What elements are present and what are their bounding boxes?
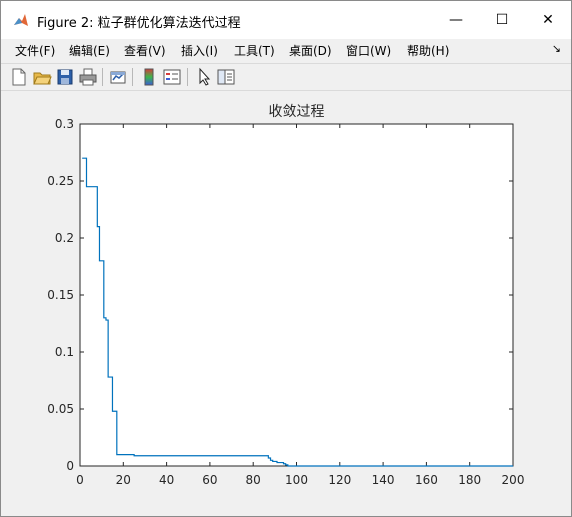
x-tick-label: 100 <box>285 473 308 487</box>
menu-file[interactable]: 文件(F) <box>15 42 55 59</box>
figure-axes[interactable]: 收敛过程 0 20 40 60 80 100 120 140 160 180 200 0 0.05 0.1… <box>1 91 571 516</box>
menu-insert[interactable]: 插入(I) <box>181 42 218 59</box>
menu-view[interactable]: 查看(V) <box>124 42 166 59</box>
open-file-icon[interactable] <box>32 67 52 87</box>
x-tick-label: 140 <box>372 473 395 487</box>
print-icon[interactable] <box>78 67 98 87</box>
menu-edit[interactable]: 编辑(E) <box>69 42 110 59</box>
menu-bar: 文件(F) 编辑(E) 查看(V) 插入(I) 工具(T) 桌面(D) 窗口(W… <box>1 39 571 61</box>
menu-window[interactable]: 窗口(W) <box>346 42 391 59</box>
chart-title: 收敛过程 <box>269 104 325 120</box>
x-tick-label: 180 <box>458 473 481 487</box>
plot-area[interactable] <box>79 123 514 467</box>
title-bar[interactable]: Figure 2: 粒子群优化算法迭代过程 — ☐ ✕ <box>1 1 571 39</box>
toolbar-separator <box>132 68 133 86</box>
x-tick-label: 20 <box>116 473 131 487</box>
matlab-logo-icon <box>14 14 28 26</box>
x-tick-label: 40 <box>159 473 174 487</box>
save-icon[interactable] <box>55 67 75 87</box>
x-tick-label: 60 <box>202 473 217 487</box>
close-icon: ✕ <box>542 12 554 28</box>
menu-help[interactable]: 帮助(H) <box>407 42 449 59</box>
new-figure-icon[interactable] <box>9 67 29 87</box>
y-tick-label: 0.25 <box>47 174 74 188</box>
toolbar-separator <box>102 68 103 86</box>
figure-window: Figure 2: 粒子群优化算法迭代过程 — ☐ ✕ 文件(F) 编辑(E) … <box>0 0 572 517</box>
menu-desktop[interactable]: 桌面(D) <box>289 42 332 59</box>
y-tick-label: 0.05 <box>47 402 74 416</box>
toolbar <box>1 63 571 91</box>
y-tick-label: 0.1 <box>55 345 74 359</box>
y-tick-label: 0.3 <box>55 117 74 131</box>
window-title: Figure 2: 粒子群优化算法迭代过程 <box>37 16 241 31</box>
x-tick-label: 80 <box>246 473 261 487</box>
toolbar-separator <box>187 68 188 86</box>
x-tick-label: 120 <box>328 473 351 487</box>
link-plot-icon[interactable] <box>108 67 128 87</box>
y-tick-label: 0 <box>66 459 74 473</box>
menu-overflow-icon[interactable]: ↘ <box>552 42 561 55</box>
insert-legend-icon[interactable] <box>162 67 182 87</box>
edit-plot-icon[interactable] <box>194 67 214 87</box>
close-button[interactable]: ✕ <box>525 1 571 39</box>
minimize-button[interactable]: — <box>433 1 479 39</box>
maximize-button[interactable]: ☐ <box>479 1 525 39</box>
y-tick-label: 0.15 <box>47 288 74 302</box>
x-tick-label: 200 <box>502 473 525 487</box>
y-tick-label: 0.2 <box>55 231 74 245</box>
x-tick-label: 0 <box>76 473 84 487</box>
insert-colorbar-icon[interactable] <box>139 67 159 87</box>
property-inspector-icon[interactable] <box>216 67 236 87</box>
maximize-icon: ☐ <box>495 12 509 28</box>
x-tick-label: 160 <box>415 473 438 487</box>
minimize-icon: — <box>449 12 463 28</box>
menu-tools[interactable]: 工具(T) <box>234 42 275 59</box>
